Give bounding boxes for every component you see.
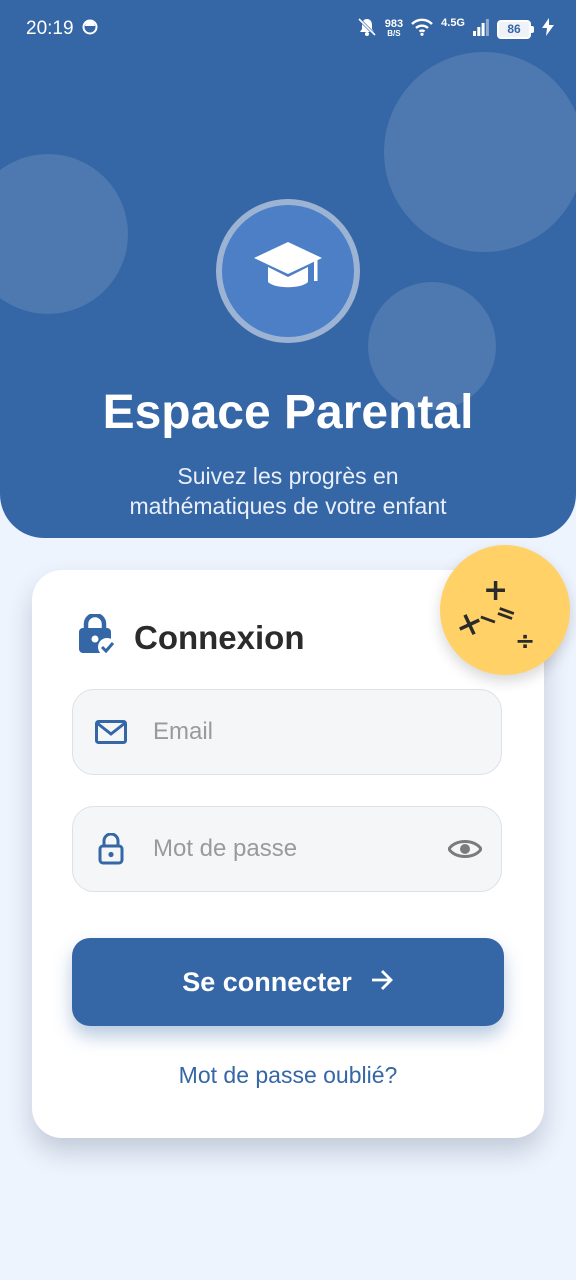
- decorative-bubble: [0, 154, 128, 314]
- lock-check-icon: [78, 612, 118, 661]
- battery-level: 86: [497, 19, 531, 39]
- charging-bolt-icon: [542, 17, 554, 41]
- login-heading: Connexion: [78, 612, 305, 661]
- graduation-cap-icon: [253, 240, 323, 303]
- email-input[interactable]: [149, 718, 501, 746]
- subtitle-line: mathématiques de votre enfant: [129, 493, 447, 519]
- decorative-bubble: [384, 52, 576, 252]
- eye-icon[interactable]: [429, 838, 501, 860]
- forgot-password-link[interactable]: Mot de passe oublié?: [32, 1062, 544, 1089]
- page-subtitle: Suivez les progrès en mathématiques de v…: [0, 461, 576, 521]
- net-speed-unit: B/S: [387, 29, 401, 38]
- battery-icon: 86: [497, 19, 534, 39]
- login-button[interactable]: Se connecter: [72, 938, 504, 1026]
- wifi-icon: [411, 18, 433, 41]
- net-speed-value: 983: [384, 18, 404, 30]
- bell-off-icon: [357, 17, 377, 42]
- signal-icon: [473, 18, 489, 41]
- lock-icon: [73, 833, 149, 865]
- status-time: 20:19: [26, 18, 74, 39]
- email-field[interactable]: [72, 689, 502, 775]
- password-field[interactable]: [72, 806, 502, 892]
- login-button-label: Se connecter: [182, 966, 352, 997]
- login-title: Connexion: [134, 618, 305, 656]
- header-banner: 20:19 983 B/S 4.5G 86 Espace Parental Su…: [0, 0, 576, 538]
- arrow-right-icon: [370, 967, 394, 998]
- envelope-icon: [73, 720, 149, 744]
- status-bar: 20:19 983 B/S 4.5G 86: [0, 0, 576, 58]
- status-icons: 983 B/S 4.5G 86: [357, 16, 554, 42]
- network-type: 4.5G: [441, 17, 465, 29]
- subtitle-line: Suivez les progrès en: [177, 463, 399, 489]
- app-logo: [216, 199, 360, 343]
- password-input[interactable]: [149, 835, 429, 863]
- math-symbols-badge: + × − = ÷: [440, 545, 570, 675]
- notification-dot-icon: [82, 19, 98, 40]
- network-speed: 983 B/S: [385, 19, 403, 39]
- page-title: Espace Parental: [102, 386, 474, 439]
- math-symbol: ÷: [515, 627, 536, 655]
